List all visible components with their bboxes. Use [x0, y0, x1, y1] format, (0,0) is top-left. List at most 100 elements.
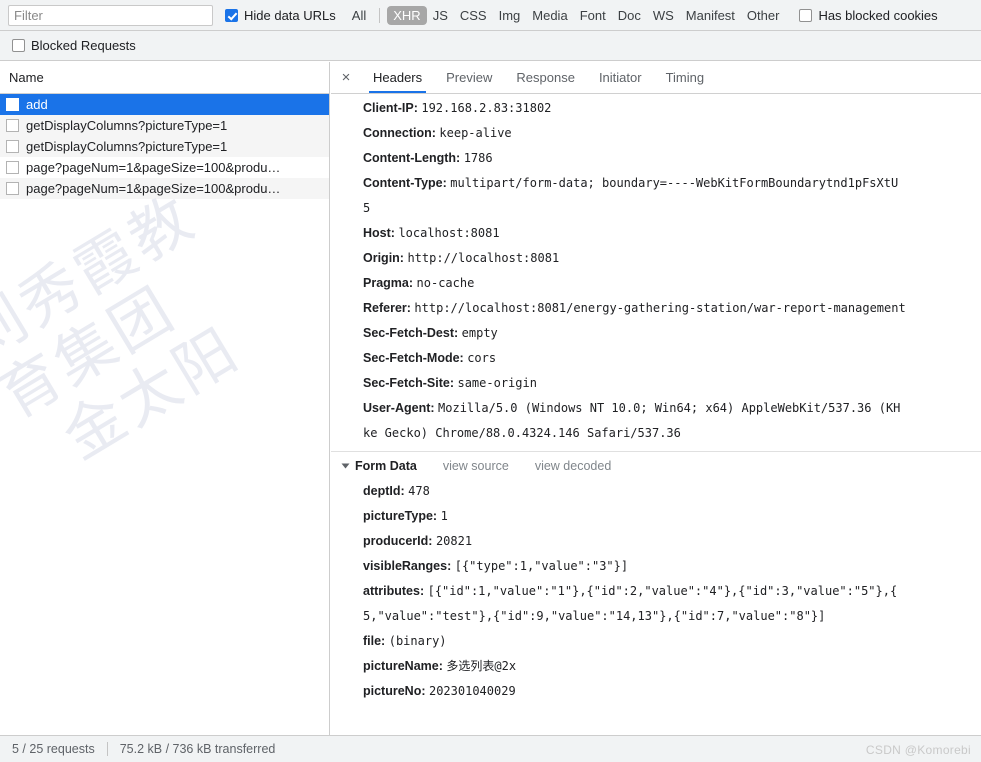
hide-data-urls-checkbox[interactable]	[225, 8, 238, 22]
form-data-section-header[interactable]: Form Data view source view decoded	[331, 451, 981, 479]
form-data-name: producerId:	[363, 534, 433, 548]
header-value: 192.168.2.83:31802	[421, 101, 552, 115]
type-filter-js[interactable]: JS	[427, 6, 454, 25]
header-row: Content-Length: 1786	[331, 146, 981, 171]
table-row[interactable]: page?pageNum=1&pageSize=100&produ…	[0, 178, 329, 199]
has-blocked-cookies-label: Has blocked cookies	[818, 7, 938, 23]
form-data-name: file:	[363, 634, 386, 648]
resource-type-filters: All XHR JS CSS Img Media Font Doc WS Man…	[346, 5, 786, 25]
transferred-size: 75.2 kB / 736 kB transferred	[119, 742, 276, 756]
request-type-icon	[6, 182, 19, 195]
header-value: cors	[467, 351, 497, 365]
tab-response[interactable]: Response	[504, 62, 587, 93]
type-filter-media[interactable]: Media	[526, 6, 573, 25]
page-watermark: 刘秀霞教育集团 金太阳	[0, 160, 329, 563]
type-filter-css[interactable]: CSS	[454, 6, 493, 25]
header-value: 1786	[463, 151, 493, 165]
type-filter-ws[interactable]: WS	[647, 6, 680, 25]
header-value: localhost:8081	[398, 226, 500, 240]
column-header-name: Name	[9, 70, 44, 85]
watermark-line-1: 刘秀霞教育集团	[0, 182, 208, 433]
type-filter-img[interactable]: Img	[493, 6, 527, 25]
form-data-name: pictureName:	[363, 659, 443, 673]
header-row: Client-IP: 192.168.2.83:31802	[331, 96, 981, 121]
view-source-link[interactable]: view source	[443, 459, 509, 473]
form-data-value: [{"type":1,"value":"3"}]	[454, 559, 629, 573]
header-row: User-Agent: Mozilla/5.0 (Windows NT 10.0…	[331, 396, 981, 421]
detail-tab-bar: × Headers Preview Response Initiator Tim…	[331, 62, 981, 94]
form-data-row: pictureNo: 202301040029	[331, 679, 981, 704]
hide-data-urls-toggle[interactable]: Hide data URLs	[225, 8, 336, 23]
headers-content: Client-IP: 192.168.2.83:31802 Connection…	[331, 94, 981, 735]
table-row[interactable]: getDisplayColumns?pictureType=1	[0, 115, 329, 136]
header-name: Connection:	[363, 126, 436, 140]
form-data-value: [{"id":1,"value":"1"},{"id":2,"value":"4…	[427, 584, 898, 598]
header-row: Sec-Fetch-Dest: empty	[331, 321, 981, 346]
header-value: multipart/form-data; boundary=----WebKit…	[450, 176, 899, 190]
request-name: getDisplayColumns?pictureType=1	[26, 118, 228, 133]
header-row: Referer: http://localhost:8081/energy-ga…	[331, 296, 981, 321]
hide-data-urls-label: Hide data URLs	[244, 7, 336, 23]
request-detail-panel: × Headers Preview Response Initiator Tim…	[331, 62, 981, 735]
csdn-watermark: CSDN @Komorebi	[865, 743, 971, 757]
request-list-header: Name	[0, 62, 329, 94]
form-data-value: (binary)	[388, 634, 447, 648]
header-name: Referer:	[363, 301, 411, 315]
form-data-row: pictureName: 多选列表@2x	[331, 654, 981, 679]
type-filter-xhr[interactable]: XHR	[387, 5, 427, 25]
header-row: Content-Type: multipart/form-data; bound…	[331, 171, 981, 196]
header-name: Pragma:	[363, 276, 414, 290]
header-value-continuation: ke Gecko) Chrome/88.0.4324.146 Safari/53…	[363, 426, 681, 440]
form-data-row: producerId: 20821	[331, 529, 981, 554]
form-data-name: pictureType:	[363, 509, 438, 523]
request-type-icon	[6, 119, 19, 132]
tab-timing[interactable]: Timing	[654, 62, 717, 93]
header-row: Host: localhost:8081	[331, 221, 981, 246]
header-name: Sec-Fetch-Mode:	[363, 351, 464, 365]
blocked-requests-label: Blocked Requests	[31, 38, 136, 53]
tab-headers[interactable]: Headers	[361, 62, 434, 93]
blocked-requests-checkbox[interactable]	[12, 39, 25, 52]
table-row[interactable]: add	[0, 94, 329, 115]
table-row[interactable]: page?pageNum=1&pageSize=100&produ…	[0, 157, 329, 178]
header-name: Host:	[363, 226, 395, 240]
header-value: http://localhost:8081	[407, 251, 560, 265]
header-value: keep-alive	[439, 126, 512, 140]
header-name: Sec-Fetch-Site:	[363, 376, 454, 390]
form-data-title: Form Data	[355, 458, 417, 473]
has-blocked-cookies-toggle[interactable]: Has blocked cookies	[799, 7, 938, 23]
type-filter-font[interactable]: Font	[574, 6, 612, 25]
header-name: Sec-Fetch-Dest:	[363, 326, 459, 340]
has-blocked-cookies-checkbox[interactable]	[799, 8, 813, 22]
form-data-value-continuation: 5,"value":"test"},{"id":9,"value":"14,13…	[363, 609, 826, 623]
chevron-down-icon[interactable]	[341, 463, 350, 468]
form-data-name: visibleRanges:	[363, 559, 452, 573]
header-name: Content-Type:	[363, 176, 447, 190]
network-status-bar: 5 / 25 requests 75.2 kB / 736 kB transfe…	[0, 735, 981, 762]
form-data-row: attributes: [{"id":1,"value":"1"},{"id":…	[331, 579, 981, 604]
request-type-icon	[6, 140, 19, 153]
type-filter-manifest[interactable]: Manifest	[680, 6, 741, 25]
header-row: Sec-Fetch-Mode: cors	[331, 346, 981, 371]
header-value-continuation: 5	[363, 201, 371, 215]
form-data-row: deptId: 478	[331, 479, 981, 504]
network-filter-toolbar-secondary: Blocked Requests	[0, 31, 981, 61]
blocked-requests-toggle[interactable]: Blocked Requests	[12, 38, 136, 53]
type-filter-other[interactable]: Other	[741, 6, 786, 25]
tab-preview[interactable]: Preview	[434, 62, 504, 93]
request-name: add	[26, 97, 48, 112]
network-filter-toolbar: Hide data URLs All XHR JS CSS Img Media …	[0, 0, 981, 31]
request-type-icon	[6, 98, 19, 111]
request-name: getDisplayColumns?pictureType=1	[26, 139, 228, 154]
tab-initiator[interactable]: Initiator	[587, 62, 654, 93]
type-filter-all[interactable]: All	[346, 6, 372, 25]
header-row: Origin: http://localhost:8081	[331, 246, 981, 271]
header-value: http://localhost:8081/energy-gathering-s…	[414, 301, 906, 315]
view-decoded-link[interactable]: view decoded	[535, 459, 611, 473]
type-filter-doc[interactable]: Doc	[612, 6, 647, 25]
filter-input[interactable]	[8, 4, 213, 26]
table-row[interactable]: getDisplayColumns?pictureType=1	[0, 136, 329, 157]
form-data-value: 202301040029	[428, 684, 516, 698]
header-value: no-cache	[416, 276, 475, 290]
close-icon[interactable]: ×	[331, 62, 361, 93]
